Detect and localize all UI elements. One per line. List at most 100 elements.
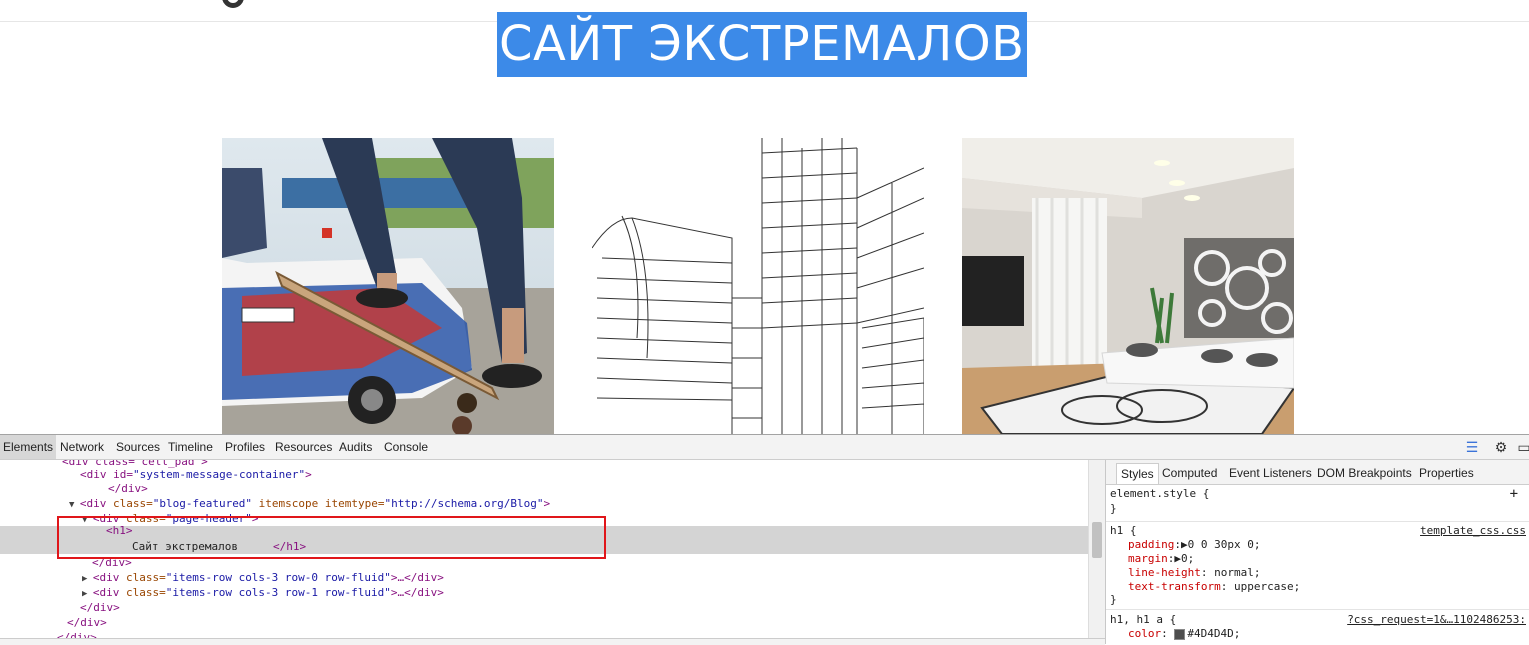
style-decl[interactable]: margin:▶0; bbox=[1128, 552, 1194, 566]
tab-console[interactable]: Console bbox=[381, 435, 431, 459]
h1-text-node: Сайт экстремалов bbox=[132, 540, 238, 553]
h1-style-rule[interactable]: h1 { template_css.css padding:▶0 0 30px … bbox=[1106, 521, 1529, 610]
skateboard-photo-graphic bbox=[222, 138, 554, 434]
expand-triangle-icon[interactable]: ▶ bbox=[82, 574, 93, 584]
collapse-triangle-icon[interactable]: ▼ bbox=[82, 515, 93, 525]
dom-attr-name: class= bbox=[112, 497, 153, 510]
dom-tag: </div> bbox=[67, 616, 107, 629]
prop-value: ▶0 0 30px 0; bbox=[1180, 538, 1261, 551]
rule-source-link[interactable]: template_css.css bbox=[1420, 524, 1526, 538]
dom-node[interactable]: <div id="system-message-container"> bbox=[80, 467, 1088, 482]
dom-scrollbar[interactable] bbox=[1088, 460, 1105, 644]
dom-tag: <div bbox=[92, 586, 126, 599]
dom-tag: <div bbox=[92, 571, 126, 584]
tab-elements[interactable]: Elements bbox=[0, 435, 57, 459]
dom-tag: </div> bbox=[80, 601, 120, 614]
rule-close-brace: } bbox=[1110, 593, 1117, 606]
dom-node-blog-featured[interactable]: ▼ <div class="blog-featured" itemscope i… bbox=[69, 496, 1088, 511]
dom-tag: > bbox=[543, 497, 551, 510]
dom-attr-name: itemscope itemtype= bbox=[252, 497, 385, 510]
prop-name: color bbox=[1128, 627, 1162, 640]
dom-node-items-row-1[interactable]: ▶ <div class="items-row cols-3 row-1 row… bbox=[82, 585, 1088, 600]
skateboard-photo[interactable] bbox=[222, 138, 554, 434]
style-decl[interactable]: line-height: normal; bbox=[1128, 566, 1260, 580]
gear-icon[interactable]: ⚙ bbox=[1493, 439, 1509, 455]
dom-tag: <div id= bbox=[80, 468, 133, 481]
dom-node[interactable]: </div> bbox=[80, 600, 1088, 615]
dom-node-page-header[interactable]: ▼ <div class="page-header"> bbox=[82, 511, 1088, 526]
rule-selector: h1 { bbox=[1110, 524, 1137, 537]
dom-attr-value: "blog-featured" bbox=[152, 497, 253, 510]
dom-tag: > bbox=[251, 512, 259, 525]
prop-value: normal; bbox=[1207, 566, 1261, 579]
tab-computed[interactable]: Computed bbox=[1158, 463, 1221, 483]
dom-tag: >…</div> bbox=[390, 586, 444, 599]
building-sketch-photo[interactable] bbox=[592, 138, 924, 434]
web-page-viewport: САЙТ ЭКСТРЕМАЛОВ bbox=[0, 0, 1529, 434]
prop-name: margin bbox=[1128, 552, 1168, 565]
dom-node[interactable]: </div> bbox=[92, 555, 1088, 570]
expand-triangle-icon[interactable]: ▶ bbox=[82, 589, 93, 599]
tab-timeline[interactable]: Timeline bbox=[165, 435, 216, 459]
style-decl[interactable]: padding:▶0 0 30px 0; bbox=[1128, 538, 1260, 552]
building-sketch-graphic bbox=[592, 138, 924, 434]
prop-value: #4D4D4D; bbox=[1187, 627, 1241, 640]
prop-name: text-transform bbox=[1128, 580, 1221, 593]
dom-tag: <div bbox=[79, 497, 113, 510]
tab-dom-breakpoints[interactable]: DOM Breakpoints bbox=[1313, 463, 1416, 483]
dom-node[interactable]: </div> bbox=[108, 481, 1088, 496]
add-rule-icon[interactable]: + bbox=[1510, 486, 1518, 502]
prop-name: padding bbox=[1128, 538, 1175, 551]
living-room-photo[interactable] bbox=[962, 138, 1294, 434]
dom-tag: </h1> bbox=[273, 540, 307, 553]
dom-tree[interactable]: <div class="cell_pad"> <div id="system-m… bbox=[0, 460, 1088, 644]
dock-icon[interactable]: ▭ bbox=[1516, 439, 1529, 455]
dom-tag: >…</div> bbox=[390, 571, 444, 584]
logo-icon[interactable] bbox=[222, 0, 244, 8]
dom-attr-value: "system-message-container" bbox=[132, 468, 306, 481]
tab-network[interactable]: Network bbox=[57, 435, 107, 459]
tab-properties[interactable]: Properties bbox=[1415, 463, 1478, 483]
execute-icon[interactable]: ☰ bbox=[1464, 439, 1480, 455]
devtools-panel: Elements Network Sources Timeline Profil… bbox=[0, 434, 1529, 645]
living-room-graphic bbox=[962, 138, 1294, 434]
tab-profiles[interactable]: Profiles bbox=[222, 435, 268, 459]
style-decl[interactable]: text-transform: uppercase; bbox=[1128, 580, 1300, 594]
collapse-triangle-icon[interactable]: ▼ bbox=[69, 500, 80, 510]
prop-name: line-height bbox=[1128, 566, 1201, 579]
dom-node-items-row-0[interactable]: ▶ <div class="items-row cols-3 row-0 row… bbox=[82, 570, 1088, 585]
page-title: САЙТ ЭКСТРЕМАЛОВ bbox=[497, 12, 1027, 77]
dom-node-h1-selected[interactable]: <h1> Сайт экстремалов </h1> bbox=[0, 524, 1088, 554]
dom-attr-name: class= bbox=[125, 586, 166, 599]
dom-attr-value: "items-row cols-3 row-1 row-fluid" bbox=[165, 586, 391, 599]
tab-event-listeners[interactable]: Event Listeners bbox=[1225, 463, 1316, 483]
dom-scrollbar-thumb[interactable] bbox=[1092, 522, 1102, 558]
prop-value: uppercase; bbox=[1227, 580, 1301, 593]
style-decl[interactable]: color: #4D4D4D; bbox=[1128, 627, 1240, 641]
console-drawer-edge bbox=[0, 638, 1105, 645]
rule-selector: element.style { bbox=[1110, 487, 1210, 500]
dom-attr-name: class= bbox=[125, 571, 166, 584]
tab-styles[interactable]: Styles bbox=[1116, 463, 1159, 484]
prop-value: ▶0; bbox=[1174, 552, 1195, 565]
tab-audits[interactable]: Audits bbox=[336, 435, 375, 459]
dom-tag: <h1> bbox=[106, 524, 133, 537]
rule-selector: h1, h1 a { bbox=[1110, 613, 1177, 626]
dom-attr-value: "http://schema.org/Blog" bbox=[384, 497, 544, 510]
rule-close-brace: } bbox=[1110, 502, 1117, 515]
styles-sidebar: Styles Computed Event Listeners DOM Brea… bbox=[1105, 460, 1529, 644]
devtools-toolbar: Elements Network Sources Timeline Profil… bbox=[0, 435, 1529, 460]
element-style-rule[interactable]: element.style { + } bbox=[1106, 485, 1529, 522]
rule-source-link[interactable]: ?css_request=1&…1102486253: bbox=[1347, 613, 1526, 627]
tab-sources[interactable]: Sources bbox=[113, 435, 163, 459]
dom-attr-value: "items-row cols-3 row-0 row-fluid" bbox=[165, 571, 391, 584]
h1-a-style-rule[interactable]: h1, h1 a { ?css_request=1&…1102486253: c… bbox=[1106, 609, 1529, 644]
styles-tabs: Styles Computed Event Listeners DOM Brea… bbox=[1106, 460, 1529, 485]
dom-tag: </div> bbox=[92, 556, 132, 569]
dom-node[interactable]: </div> bbox=[67, 615, 1088, 630]
dom-tag: </div> bbox=[108, 482, 148, 495]
dom-attr-value: "page-header" bbox=[165, 512, 252, 525]
dom-tag: > bbox=[305, 468, 312, 481]
color-swatch-icon[interactable] bbox=[1174, 628, 1186, 640]
tab-resources[interactable]: Resources bbox=[272, 435, 335, 459]
